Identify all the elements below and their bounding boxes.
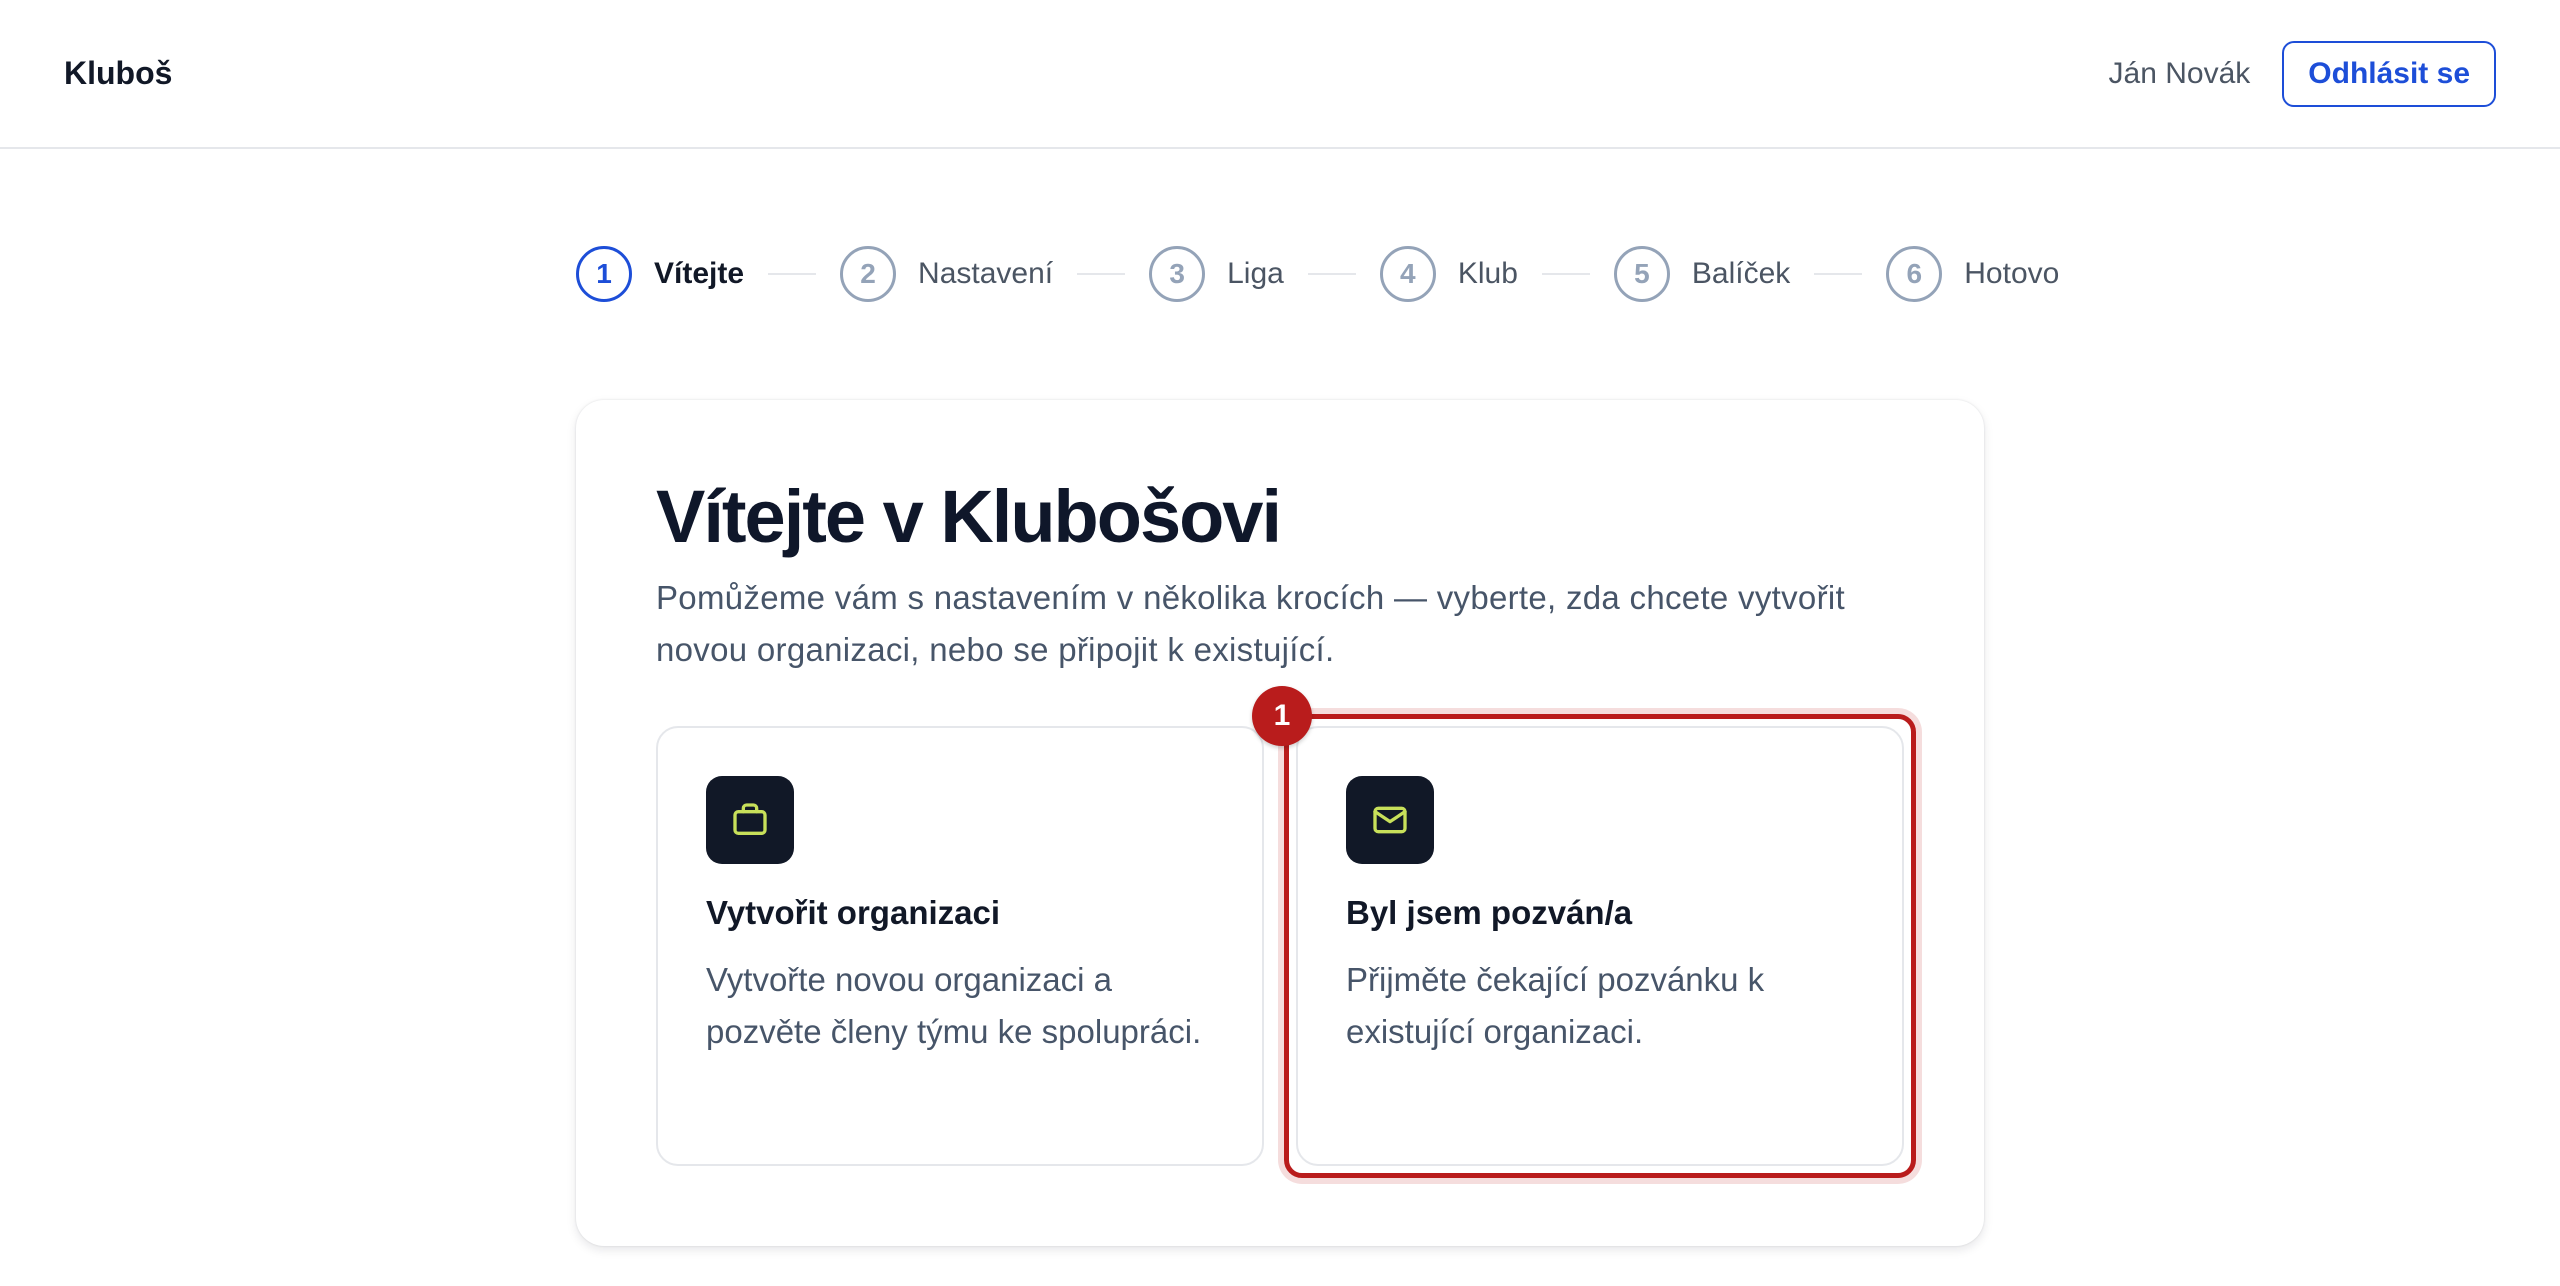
step-club: 4 Klub <box>1379 246 1518 302</box>
step-divider <box>1307 273 1356 275</box>
option-description: Vytvořte novou organizaci a pozvěte člen… <box>706 961 1202 1050</box>
brand-logo[interactable]: Kluboš <box>64 55 172 92</box>
step-number: 1 <box>576 246 632 302</box>
step-divider <box>1541 273 1590 275</box>
step-league: 3 Liga <box>1149 246 1284 302</box>
step-package: 5 Balíček <box>1613 246 1791 302</box>
user-name: Ján Novák <box>2108 56 2251 90</box>
option-title: Byl jsem pozván/a <box>1346 894 1633 931</box>
step-number: 6 <box>1886 246 1943 302</box>
step-number: 5 <box>1613 246 1670 302</box>
step-label: Balíček <box>1691 257 1791 290</box>
step-number: 3 <box>1149 246 1206 302</box>
create-organization-option[interactable]: Vytvořit organizaci Vytvořte novou organ… <box>656 726 1264 1166</box>
step-label: Klub <box>1457 257 1518 290</box>
onboarding-stepper: 1 Vítejte 2 Nastavení 3 Liga 4 Klub 5 Ba… <box>576 246 2059 302</box>
step-divider <box>1814 273 1863 275</box>
step-divider <box>1077 273 1126 275</box>
option-description: Přijměte čekající pozvánku k existující … <box>1346 961 1765 1050</box>
logout-button[interactable]: Odhlásit se <box>2282 40 2496 107</box>
step-label: Nastavení <box>918 257 1054 290</box>
annotation-badge: 1 <box>1252 686 1312 746</box>
page-description: Pomůžeme vám s nastavením v několika kro… <box>656 579 1845 668</box>
user-area: Ján Novák Odhlásit se <box>2108 40 2496 107</box>
briefcase-icon <box>706 776 794 864</box>
top-bar: Kluboš Ján Novák Odhlásit se <box>0 0 2560 149</box>
step-welcome: 1 Vítejte <box>576 246 744 302</box>
option-title: Vytvořit organizaci <box>706 894 1001 931</box>
step-number: 2 <box>840 246 897 302</box>
step-number: 4 <box>1379 246 1436 302</box>
step-divider <box>768 273 817 275</box>
page-title: Vítejte v Klubošovi <box>656 475 1282 558</box>
step-label: Liga <box>1227 257 1284 290</box>
step-label: Hotovo <box>1964 257 2060 290</box>
step-label: Vítejte <box>654 257 745 290</box>
welcome-card: Vítejte v Klubošovi Pomůžeme vám s nasta… <box>576 400 1984 1246</box>
invited-option[interactable]: Byl jsem pozván/a Přijměte čekající pozv… <box>1296 726 1904 1166</box>
envelope-icon <box>1346 776 1434 864</box>
step-done: 6 Hotovo <box>1886 246 2059 302</box>
step-settings: 2 Nastavení <box>840 246 1053 302</box>
